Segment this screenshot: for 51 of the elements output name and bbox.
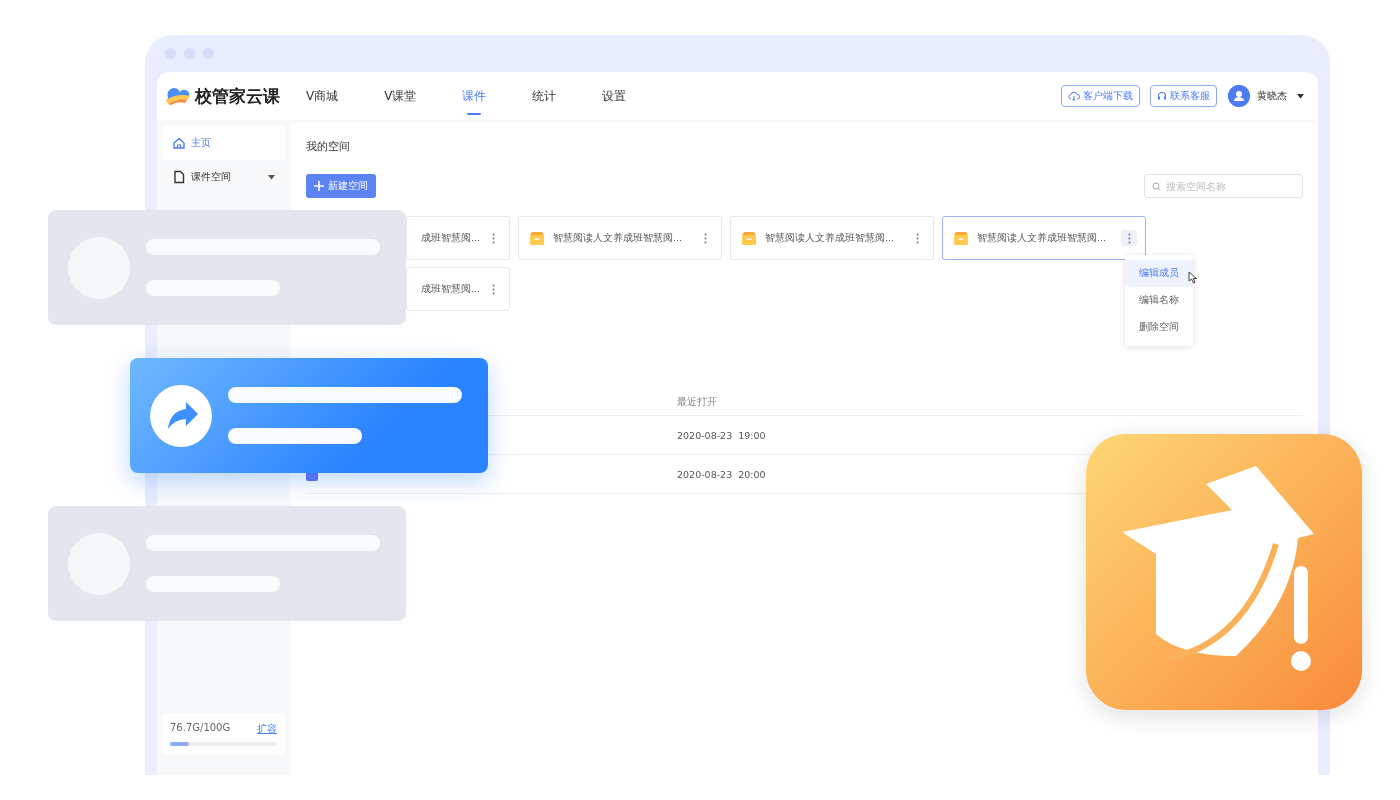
nav-tab[interactable]: 设置 — [600, 73, 629, 119]
space-name: 成班智慧阅... — [421, 231, 482, 245]
space-card[interactable]: 成班智慧阅... — [406, 216, 510, 260]
avatar-icon[interactable] — [1228, 85, 1250, 107]
nav-tab[interactable]: 统计 — [530, 73, 559, 119]
expand-link[interactable]: 扩容 — [257, 722, 277, 736]
header-button[interactable]: 联系客服 — [1150, 85, 1217, 107]
more-dots-icon — [491, 232, 495, 244]
space-name: 智慧阅读人文养成班智慧阅... — [765, 231, 896, 245]
nav-tab[interactable]: 课件 — [460, 73, 489, 119]
home-icon — [172, 136, 186, 150]
table-cell: 2020-08-23 20:00 — [677, 468, 766, 480]
menu-item[interactable]: 删除空间 — [1125, 314, 1193, 341]
caret-icon — [268, 174, 275, 180]
space-card[interactable]: 智慧阅读人文养成班智慧阅... — [730, 216, 934, 260]
sidebar-item[interactable]: 主页 — [162, 126, 285, 160]
box-icon — [953, 231, 969, 245]
menu-item[interactable]: 编辑名称 — [1125, 287, 1193, 314]
sidebar-item[interactable]: 课件空间 — [162, 160, 285, 194]
user-name[interactable]: 黄晓杰 — [1257, 89, 1287, 103]
box-icon — [529, 231, 545, 245]
nav-tab[interactable]: V商城 — [304, 73, 341, 119]
space-card[interactable]: 智慧阅读人文养成班智慧阅... — [518, 216, 722, 260]
more-dots-icon — [491, 283, 495, 295]
more-dots-icon — [703, 232, 707, 244]
menu-item[interactable]: 编辑成员 — [1125, 260, 1193, 287]
logo-text: 校管家云课 — [195, 84, 280, 108]
box-icon — [741, 231, 757, 245]
table-cell: 2020-08-23 19:00 — [677, 429, 766, 441]
document-icon — [172, 170, 186, 184]
storage-usage: 76.7G/100G — [170, 722, 231, 735]
space-name: 智慧阅读人文养成班智慧阅... — [553, 231, 684, 245]
nav-tab[interactable]: V课堂 — [382, 73, 419, 119]
caret-icon[interactable] — [1297, 93, 1304, 99]
space-name: 成班智慧阅... — [421, 282, 482, 296]
header-button[interactable]: 客户端下载 — [1061, 85, 1140, 107]
cloud-logo-icon — [165, 87, 191, 105]
plus-icon — [314, 181, 324, 191]
more-dots-icon — [1127, 232, 1131, 244]
search-field[interactable]: 搜索空间名称 — [1144, 174, 1303, 198]
page-title: 我的空间 — [306, 140, 351, 154]
more-dots-icon — [915, 232, 919, 244]
new-space-button[interactable]: 新建空间 — [306, 174, 376, 198]
cursor-icon — [1188, 271, 1199, 284]
headset-icon — [1157, 91, 1167, 101]
space-card[interactable]: 成班智慧阅... — [406, 267, 510, 311]
cloud-download-icon — [1068, 91, 1080, 101]
column-header: 最近打开 — [677, 395, 717, 409]
more-menu-button[interactable] — [1121, 230, 1137, 246]
search-icon — [1152, 182, 1161, 191]
space-name: 智慧阅读人文养成班智慧阅... — [977, 231, 1108, 245]
